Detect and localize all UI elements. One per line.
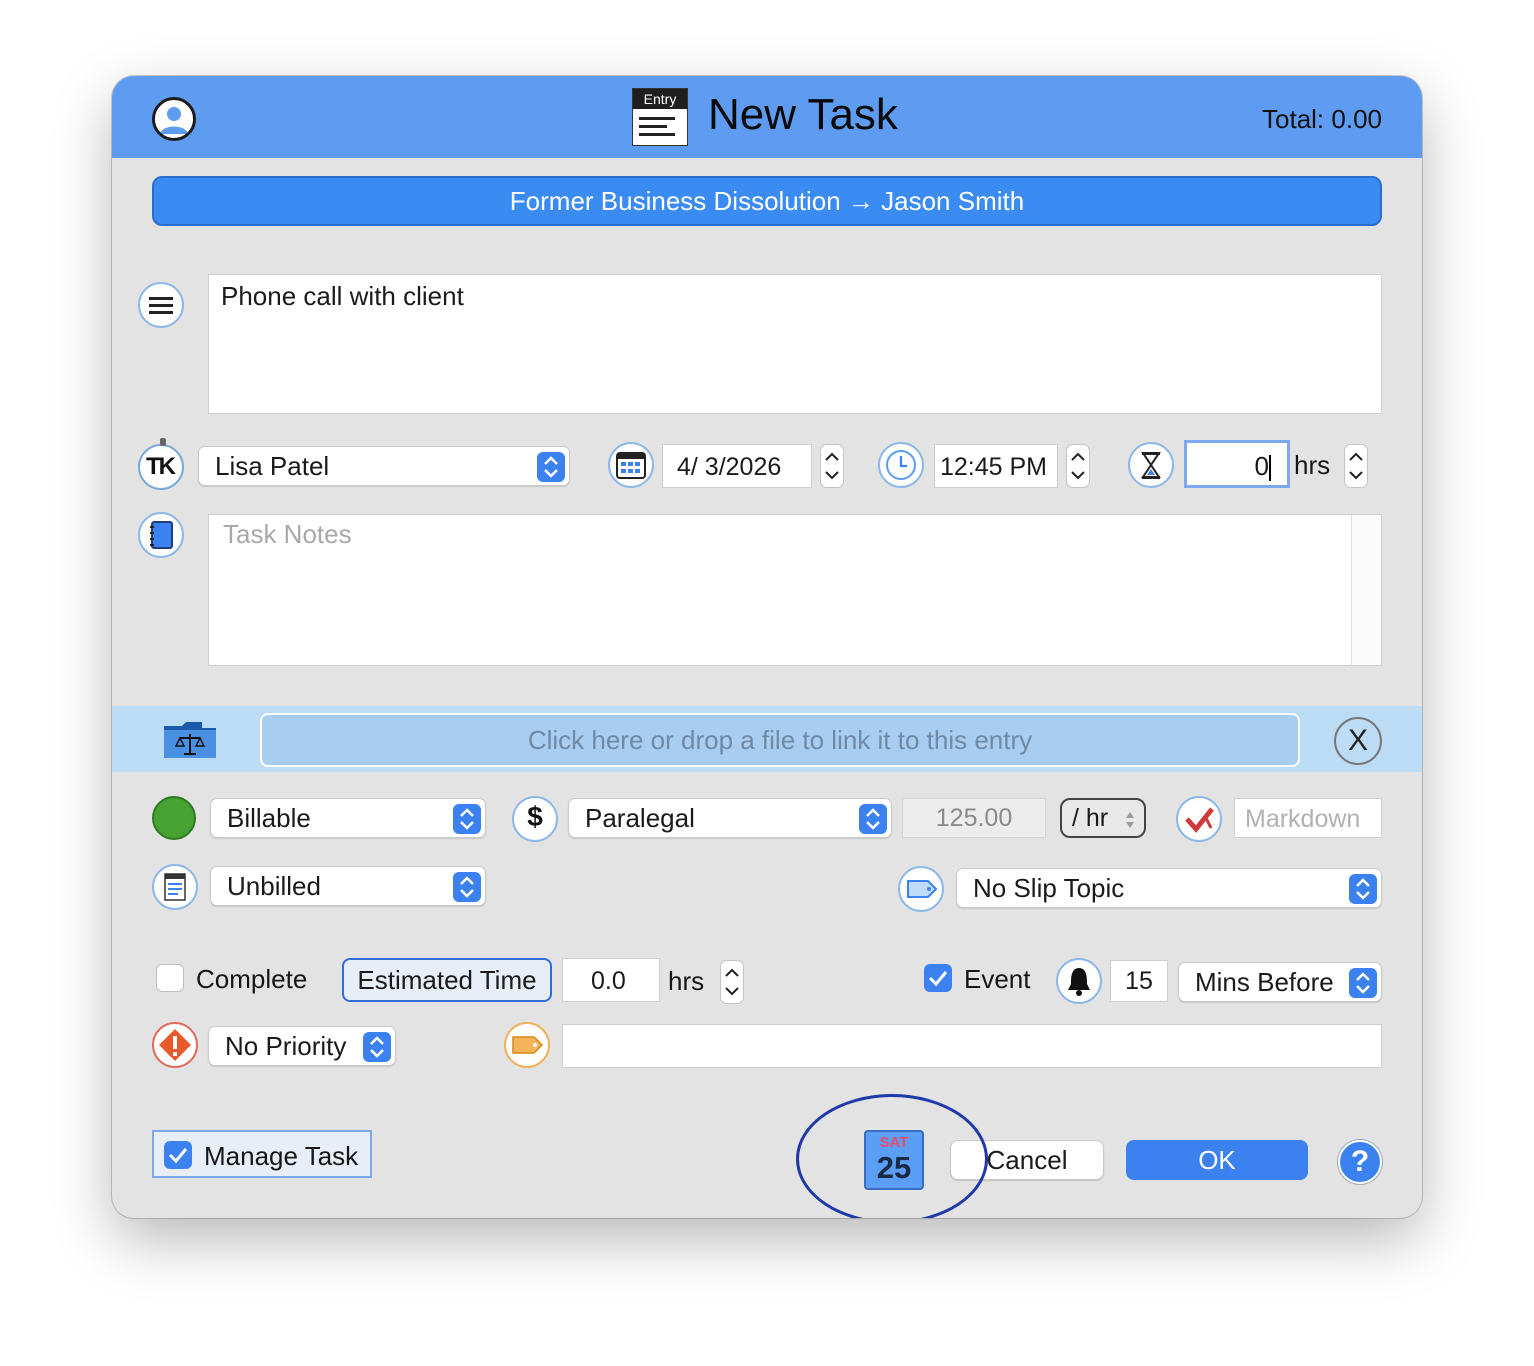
rate-type-select-value: Paralegal bbox=[585, 803, 695, 833]
markdown-placeholder: Markdown bbox=[1245, 805, 1361, 833]
matter-selector-button[interactable]: Former Business Dissolution → Jason Smit… bbox=[152, 176, 1382, 226]
rate-value-field: 125.00 bbox=[902, 798, 1046, 838]
complete-label: Complete bbox=[196, 964, 308, 994]
entry-icon-label: Entry bbox=[633, 89, 687, 109]
markdown-field[interactable]: Markdown bbox=[1234, 798, 1382, 838]
task-notes-placeholder: Task Notes bbox=[223, 519, 352, 549]
duration-stepper[interactable] bbox=[1344, 444, 1368, 488]
estimated-time-button[interactable]: Estimated Time bbox=[342, 958, 552, 1002]
select-arrows-icon bbox=[453, 872, 481, 902]
manage-task-label: Manage Task bbox=[204, 1141, 359, 1171]
billable-status-icon bbox=[152, 796, 196, 840]
select-arrows-icon bbox=[363, 1032, 391, 1062]
select-arrows-icon bbox=[537, 452, 565, 482]
link-file-button[interactable]: Click here or drop a file to link it to … bbox=[260, 713, 1300, 767]
rate-type-select[interactable]: Paralegal bbox=[568, 798, 892, 838]
priority-select[interactable]: No Priority bbox=[208, 1026, 396, 1066]
estimated-time-unit-label: hrs bbox=[668, 966, 705, 996]
estimated-time-field[interactable]: 0.0 bbox=[562, 958, 660, 1002]
description-icon bbox=[138, 282, 184, 328]
calendar-icon bbox=[608, 442, 654, 488]
slip-topic-value: No Slip Topic bbox=[973, 873, 1125, 903]
folder-scales-icon bbox=[162, 720, 218, 765]
timekeeper-icon: TK bbox=[138, 438, 184, 490]
dollar-icon: $ bbox=[512, 796, 558, 842]
markdown-check-icon bbox=[1176, 796, 1222, 842]
clock-icon bbox=[878, 442, 924, 488]
ok-button[interactable]: OK bbox=[1126, 1140, 1308, 1180]
event-checkbox[interactable] bbox=[924, 964, 952, 992]
timekeeper-select[interactable]: Lisa Patel bbox=[198, 446, 570, 486]
hourglass-icon bbox=[1128, 442, 1174, 488]
reminder-minutes-field[interactable]: 15 bbox=[1110, 960, 1168, 1002]
invoice-status-select[interactable]: Unbilled bbox=[210, 866, 486, 906]
total-label: Total: 0.00 bbox=[1262, 104, 1382, 134]
duration-unit-label: hrs bbox=[1294, 450, 1331, 480]
select-arrows-icon bbox=[859, 804, 887, 834]
description-field[interactable]: Phone call with client bbox=[208, 274, 1382, 414]
timekeeper-icon-text: TK bbox=[146, 453, 176, 480]
priority-warning-icon bbox=[152, 1022, 198, 1068]
user-avatar-icon[interactable] bbox=[152, 97, 196, 141]
invoice-icon bbox=[152, 864, 198, 910]
task-notes-field[interactable]: Task Notes bbox=[208, 514, 1382, 666]
rate-unit-value: / hr bbox=[1072, 804, 1109, 832]
manage-task-checkbox[interactable] bbox=[164, 1141, 192, 1169]
slip-topic-select[interactable]: No Slip Topic bbox=[956, 868, 1382, 908]
invoice-status-value: Unbilled bbox=[227, 871, 321, 901]
clear-file-button[interactable]: X bbox=[1334, 717, 1382, 765]
entry-icon: Entry bbox=[632, 88, 688, 146]
select-arrows-icon bbox=[1124, 806, 1136, 842]
help-button[interactable]: ? bbox=[1338, 1140, 1382, 1184]
select-arrows-icon bbox=[1349, 874, 1377, 904]
tag-icon bbox=[504, 1022, 550, 1068]
rate-unit-select[interactable]: / hr bbox=[1060, 798, 1146, 838]
slip-topic-tag-icon bbox=[898, 866, 944, 912]
date-stepper[interactable] bbox=[820, 444, 844, 488]
window-title: New Task bbox=[708, 90, 898, 139]
tag-field[interactable] bbox=[562, 1024, 1382, 1068]
timekeeper-select-value: Lisa Patel bbox=[215, 451, 330, 481]
reminder-unit-value: Mins Before bbox=[1195, 967, 1334, 997]
billable-select[interactable]: Billable bbox=[210, 798, 486, 838]
duration-value: 0 bbox=[1254, 451, 1269, 481]
notes-scrollbar[interactable] bbox=[1351, 515, 1381, 665]
estimated-time-stepper[interactable] bbox=[720, 960, 744, 1004]
highlight-annotation bbox=[796, 1094, 988, 1218]
duration-field[interactable]: 0 bbox=[1184, 440, 1290, 488]
notebook-icon bbox=[138, 512, 184, 558]
reminder-unit-select[interactable]: Mins Before bbox=[1178, 962, 1382, 1002]
bell-icon bbox=[1056, 958, 1102, 1004]
billable-select-value: Billable bbox=[227, 803, 311, 833]
event-label: Event bbox=[964, 964, 1031, 994]
time-field[interactable]: 12:45 PM bbox=[934, 444, 1058, 488]
priority-value: No Priority bbox=[225, 1031, 347, 1061]
new-task-dialog: Entry New Task Total: 0.00 Former Busine… bbox=[112, 76, 1422, 1218]
complete-checkbox[interactable] bbox=[156, 964, 184, 992]
select-arrows-icon bbox=[453, 804, 481, 834]
manage-task-option[interactable]: Manage Task bbox=[152, 1130, 372, 1178]
date-field[interactable]: 4/ 3/2026 bbox=[662, 444, 812, 488]
time-stepper[interactable] bbox=[1066, 444, 1090, 488]
select-arrows-icon bbox=[1349, 968, 1377, 998]
